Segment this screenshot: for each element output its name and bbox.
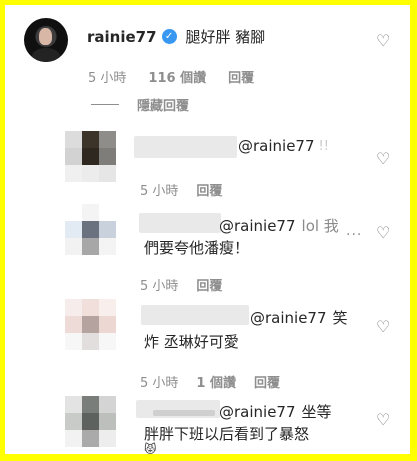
blurred-text: !! xyxy=(318,138,329,154)
verified-badge-icon: ✓ xyxy=(161,29,177,44)
mosaic-cell xyxy=(99,148,116,165)
timestamp: 5 小時 xyxy=(140,184,179,199)
username[interactable]: rainie77 xyxy=(87,28,157,46)
mosaic-cell xyxy=(82,430,99,447)
mention-link[interactable]: @rainie77 xyxy=(238,137,315,155)
mosaic-cell xyxy=(65,238,82,255)
mosaic-cell xyxy=(82,238,99,255)
mosaic-cell xyxy=(99,238,116,255)
heart-outline-icon[interactable]: ♡ xyxy=(376,319,390,335)
mosaic-cell xyxy=(99,221,116,238)
main-comment-meta: 5 小時 116 個讚 回覆 xyxy=(88,67,254,86)
mosaic-cell xyxy=(99,299,116,316)
reply-meta: 5 小時 1 個讚 回覆 xyxy=(140,372,280,391)
heart-outline-icon[interactable]: ♡ xyxy=(376,33,390,49)
mosaic-cell xyxy=(99,333,116,350)
avatar[interactable] xyxy=(65,131,116,182)
emoji-icon: 😾 xyxy=(144,442,157,454)
reply-line: @rainie77 笑 xyxy=(250,307,348,328)
mosaic-cell xyxy=(65,396,82,413)
mosaic-cell xyxy=(65,131,82,148)
comment-text: 胖胖下班以后看到了暴怒 xyxy=(144,425,310,443)
main-comment-line: rainie77 ✓ 腿好胖 豬腳 xyxy=(87,26,265,47)
reply-meta: 5 小時 回覆 xyxy=(140,180,222,199)
mosaic-cell xyxy=(99,316,116,333)
hide-replies-label: 隱藏回覆 xyxy=(137,99,190,114)
mention-link[interactable]: @rainie77 xyxy=(219,403,296,421)
mosaic-cell xyxy=(82,316,99,333)
mosaic-cell xyxy=(82,333,99,350)
timestamp: 5 小時 xyxy=(140,279,179,294)
heart-outline-icon[interactable]: ♡ xyxy=(376,225,390,241)
comment-text: 笑 xyxy=(332,309,348,327)
mosaic-cell xyxy=(65,316,82,333)
mosaic-cell xyxy=(82,148,99,165)
reply-line: @rainie77 lol 我 xyxy=(219,215,339,236)
mosaic-cell xyxy=(99,204,116,221)
blurred-username xyxy=(153,410,215,416)
mosaic-cell xyxy=(82,165,99,182)
avatar[interactable] xyxy=(24,18,68,62)
mosaic-cell xyxy=(82,131,99,148)
mosaic-cell xyxy=(65,221,82,238)
timestamp: 5 小時 xyxy=(88,71,127,86)
mosaic-cell xyxy=(65,148,82,165)
mosaic-cell xyxy=(65,165,82,182)
mosaic-cell xyxy=(99,165,116,182)
avatar[interactable] xyxy=(65,204,116,255)
mosaic-cell xyxy=(82,204,99,221)
mosaic-cell xyxy=(65,333,82,350)
blurred-username xyxy=(134,136,237,158)
timestamp: 5 小時 xyxy=(140,376,179,391)
mosaic-cell xyxy=(99,131,116,148)
like-count[interactable]: 116 個讚 xyxy=(148,67,206,86)
hide-replies-toggle[interactable]: 隱藏回覆 xyxy=(91,95,189,114)
divider xyxy=(91,104,119,105)
reply-button[interactable]: 回覆 xyxy=(228,67,254,86)
blurred-username xyxy=(141,305,249,325)
reply-button[interactable]: 回覆 xyxy=(254,372,280,391)
avatar[interactable] xyxy=(65,396,116,447)
avatar[interactable] xyxy=(65,299,116,350)
mosaic-cell xyxy=(82,396,99,413)
reply-button[interactable]: 回覆 xyxy=(196,180,222,199)
heart-outline-icon[interactable]: ♡ xyxy=(376,412,390,428)
mosaic-cell xyxy=(65,430,82,447)
like-count[interactable]: 1 個讚 xyxy=(196,372,236,391)
mosaic-cell xyxy=(65,413,82,430)
mention-link[interactable]: @rainie77 xyxy=(250,309,327,327)
mosaic-cell xyxy=(82,299,99,316)
mention-link[interactable]: @rainie77 xyxy=(219,217,296,235)
mosaic-cell xyxy=(99,396,116,413)
mosaic-cell xyxy=(99,430,116,447)
comment-text: 炸 丞琳好可愛 xyxy=(144,333,239,351)
reply-line: @rainie77 !! xyxy=(238,137,329,155)
mosaic-cell xyxy=(99,413,116,430)
comment-text: lol 我 xyxy=(301,217,339,235)
mosaic-cell xyxy=(82,413,99,430)
mosaic-cell xyxy=(82,221,99,238)
comment-thread: rainie77 ✓ 腿好胖 豬腳 ♡ 5 小時 116 個讚 回覆 隱藏回覆 … xyxy=(5,5,410,454)
heart-outline-icon[interactable]: ♡ xyxy=(376,151,390,167)
reply-meta: 5 小時 回覆 xyxy=(140,275,222,294)
comment-text: 們要夸他潘瘦！ xyxy=(144,239,250,257)
mosaic-cell xyxy=(65,299,82,316)
blurred-username xyxy=(139,213,221,233)
comment-text: 坐等 xyxy=(301,403,332,421)
reply-button[interactable]: 回覆 xyxy=(196,275,222,294)
more-options-icon[interactable]: ··· xyxy=(346,227,362,243)
comment-text: 腿好胖 豬腳 xyxy=(185,28,266,46)
reply-line: @rainie77 坐等 xyxy=(219,401,332,422)
mosaic-cell xyxy=(65,204,82,221)
